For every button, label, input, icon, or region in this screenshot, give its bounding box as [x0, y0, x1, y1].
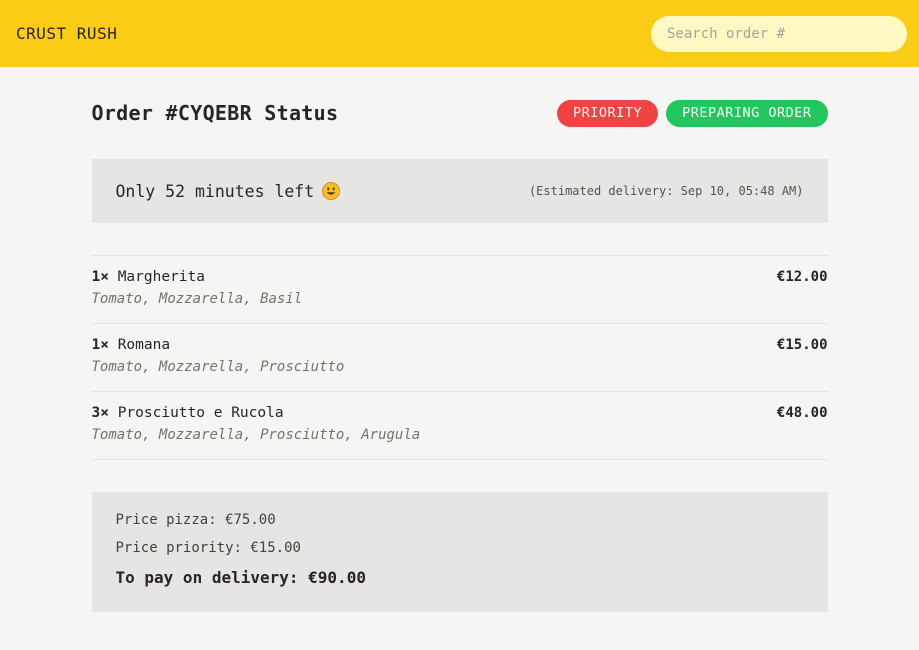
smiley-icon — [322, 182, 341, 200]
estimated-delivery: (Estimated delivery: Sep 10, 05:48 AM) — [528, 184, 804, 198]
item-quantity: 1× — [91, 337, 109, 353]
item-price: €15.00 — [776, 337, 828, 353]
item-name: Romana — [117, 337, 171, 353]
item-quantity: 3× — [91, 405, 109, 421]
item-price: €48.00 — [776, 405, 828, 421]
eta-box: Only 52 minutes left (Estimated delivery… — [91, 159, 828, 223]
order-page: Order #CYQEBR Status PRIORITY PREPARING … — [91, 67, 828, 612]
item-ingredients: Tomato, Mozzarella, Basil — [91, 291, 303, 307]
search-input[interactable] — [651, 15, 907, 52]
page-title: Order #CYQEBR Status — [91, 101, 339, 125]
list-item: 3× Prosciutto e Rucola €48.00 Tomato, Mo… — [91, 392, 828, 460]
status-badge: PREPARING ORDER — [666, 99, 828, 127]
list-item: 1× Romana €15.00 Tomato, Mozzarella, Pro… — [91, 324, 828, 392]
price-priority: Price priority: €15.00 — [115, 540, 301, 556]
priority-badge: PRIORITY — [557, 99, 659, 127]
order-items: 1× Margherita €12.00 Tomato, Mozzarella,… — [91, 255, 828, 460]
item-quantity: 1× — [91, 269, 109, 285]
status-badges: PRIORITY PREPARING ORDER — [557, 99, 828, 127]
price-pizza: Price pizza: €75.00 — [115, 512, 276, 528]
logo[interactable]: CRUST RUSH — [16, 24, 117, 43]
item-ingredients: Tomato, Mozzarella, Prosciutto, Arugula — [91, 427, 421, 443]
list-item: 1× Margherita €12.00 Tomato, Mozzarella,… — [91, 256, 828, 324]
item-ingredients: Tomato, Mozzarella, Prosciutto — [91, 359, 345, 375]
title-row: Order #CYQEBR Status PRIORITY PREPARING … — [92, 98, 828, 128]
item-name: Prosciutto e Rucola — [117, 405, 284, 421]
eta-time-left: Only 52 minutes left — [116, 182, 341, 201]
app-header: CRUST RUSH — [0, 0, 919, 67]
item-price: €12.00 — [776, 269, 828, 285]
item-name: Margherita — [117, 269, 206, 285]
total-to-pay: To pay on delivery: €90.00 — [115, 568, 366, 587]
time-left-text: Only 52 minutes left — [115, 181, 315, 201]
price-summary: Price pizza: €75.00 Price priority: €15.… — [91, 492, 828, 612]
